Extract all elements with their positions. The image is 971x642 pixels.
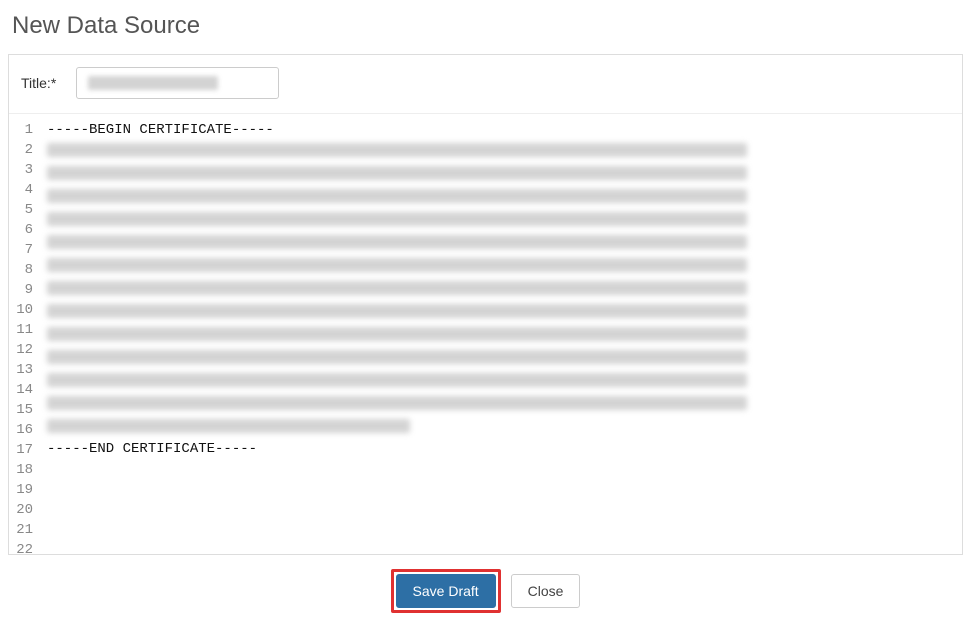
redacted-content <box>47 327 747 341</box>
redacted-content <box>47 419 410 433</box>
data-source-panel: Title:* 12345678910111213141516171819202… <box>8 54 963 555</box>
code-line <box>47 419 954 439</box>
code-line <box>47 350 954 370</box>
code-line <box>47 459 954 479</box>
code-line <box>47 166 954 186</box>
redacted-content <box>47 212 747 226</box>
close-button[interactable]: Close <box>511 574 581 608</box>
line-number: 5 <box>9 200 33 220</box>
save-draft-highlight: Save Draft <box>391 569 501 613</box>
line-number: 13 <box>9 360 33 380</box>
redacted-content <box>47 235 747 249</box>
code-line: -----BEGIN CERTIFICATE----- <box>47 120 954 140</box>
line-number: 6 <box>9 220 33 240</box>
title-input-wrap <box>76 67 950 99</box>
code-content[interactable]: -----BEGIN CERTIFICATE----- -----END CERT… <box>39 114 962 554</box>
code-line <box>47 212 954 232</box>
line-number: 11 <box>9 320 33 340</box>
code-line <box>47 143 954 163</box>
line-number: 21 <box>9 520 33 540</box>
code-line <box>47 304 954 324</box>
line-number: 17 <box>9 440 33 460</box>
line-number: 20 <box>9 500 33 520</box>
line-number: 10 <box>9 300 33 320</box>
code-line <box>47 373 954 393</box>
page-title: New Data Source <box>0 0 971 54</box>
code-line <box>47 281 954 301</box>
redacted-content <box>47 143 747 157</box>
code-line: -----END CERTIFICATE----- <box>47 439 954 459</box>
title-row: Title:* <box>9 55 962 114</box>
line-number: 7 <box>9 240 33 260</box>
title-label: Title:* <box>21 75 56 91</box>
redacted-content <box>47 281 747 295</box>
line-number: 14 <box>9 380 33 400</box>
line-number: 15 <box>9 400 33 420</box>
redacted-content <box>47 166 747 180</box>
line-number: 3 <box>9 160 33 180</box>
line-number: 16 <box>9 420 33 440</box>
redacted-content <box>47 304 747 318</box>
redacted-content <box>47 396 747 410</box>
line-number: 12 <box>9 340 33 360</box>
code-line <box>47 235 954 255</box>
code-line <box>47 396 954 416</box>
code-line <box>47 258 954 278</box>
line-number: 9 <box>9 280 33 300</box>
line-number-gutter: 12345678910111213141516171819202122 <box>9 114 39 554</box>
code-line <box>47 189 954 209</box>
save-draft-button[interactable]: Save Draft <box>396 574 496 608</box>
line-number: 2 <box>9 140 33 160</box>
code-line <box>47 479 954 499</box>
line-number: 19 <box>9 480 33 500</box>
redacted-content <box>47 258 747 272</box>
action-bar: Save Draft Close <box>0 555 971 623</box>
title-value-redacted <box>88 76 218 90</box>
code-line <box>47 499 954 519</box>
redacted-content <box>47 350 747 364</box>
redacted-content <box>47 373 747 387</box>
redacted-content <box>47 189 747 203</box>
line-number: 8 <box>9 260 33 280</box>
line-number: 22 <box>9 540 33 554</box>
line-number: 18 <box>9 460 33 480</box>
code-line <box>47 519 954 539</box>
code-line <box>47 327 954 347</box>
line-number: 4 <box>9 180 33 200</box>
code-editor[interactable]: 12345678910111213141516171819202122 ----… <box>9 114 962 554</box>
line-number: 1 <box>9 120 33 140</box>
code-line <box>47 539 954 554</box>
